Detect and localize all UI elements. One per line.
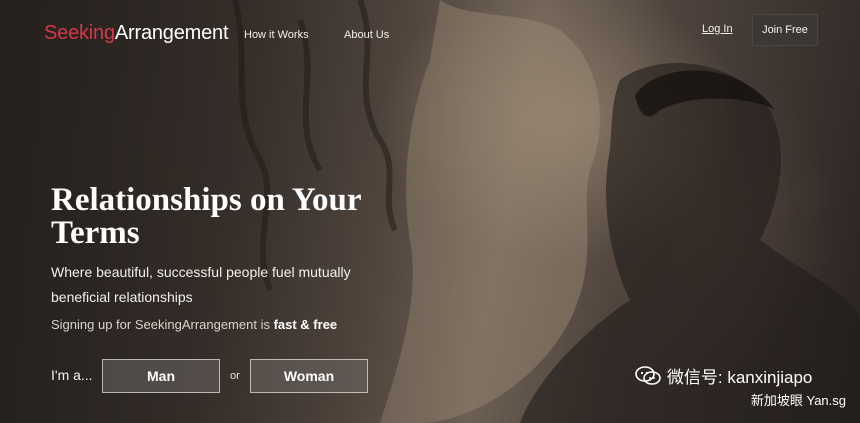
- signup-free-emphasis: fast & free: [273, 317, 338, 332]
- landing-page: SeekingArrangement How it Works About Us…: [0, 0, 860, 423]
- signup-free-prefix: Signing up for SeekingArrangement is: [51, 317, 274, 332]
- im-a-label: I'm a...: [51, 367, 93, 383]
- logo-part-arrangement: Arrangement: [114, 22, 229, 44]
- watermark-line-1: 微信号: kanxinjiapo: [635, 363, 846, 388]
- wechat-watermark: 微信号: kanxinjiapo 新加坡眼 Yan.sg: [635, 363, 846, 409]
- join-free-button[interactable]: Join Free: [752, 14, 818, 46]
- nav-about-us[interactable]: About Us: [344, 29, 389, 41]
- or-label: or: [230, 370, 240, 382]
- wechat-icon: [635, 365, 661, 385]
- hero-title: Relationships on Your Terms: [51, 182, 361, 251]
- hero-subtitle: Where beautiful, successful people fuel …: [51, 264, 351, 305]
- signup-free-note: Signing up for SeekingArrangement is fas…: [51, 317, 337, 332]
- watermark-line-2: 新加坡眼 Yan.sg: [750, 393, 846, 408]
- top-navigation: SeekingArrangement How it Works About Us…: [0, 0, 860, 64]
- man-button[interactable]: Man: [102, 359, 220, 393]
- woman-button[interactable]: Woman: [250, 359, 368, 393]
- logo-part-seeking: Seeking: [44, 22, 115, 44]
- seekingarrangement-logo[interactable]: SeekingArrangement: [44, 22, 229, 45]
- watermark-text-1: 微信号: kanxinjiapo: [666, 368, 813, 387]
- nav-how-it-works[interactable]: How it Works: [244, 29, 309, 41]
- login-link[interactable]: Log In: [702, 23, 733, 35]
